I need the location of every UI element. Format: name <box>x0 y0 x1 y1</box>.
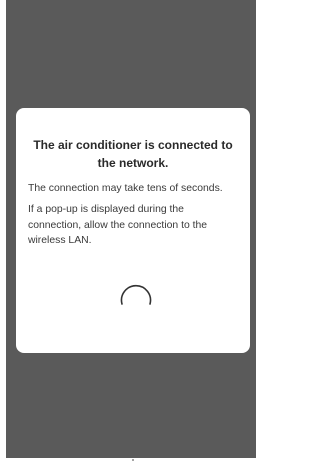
dialog-title: The air conditioner is connected to the … <box>33 138 233 170</box>
dialog-subtitle: The connection may take tens of seconds. <box>28 183 223 194</box>
dialog-body: If a pop-up is displayed during the conn… <box>28 204 208 246</box>
bottom-dot <box>132 459 134 461</box>
connection-dialog: The air conditioner is connected to the … <box>16 108 250 353</box>
screen-overlay: The air conditioner is connected to the … <box>6 0 256 458</box>
loading-spinner-icon <box>120 285 152 305</box>
